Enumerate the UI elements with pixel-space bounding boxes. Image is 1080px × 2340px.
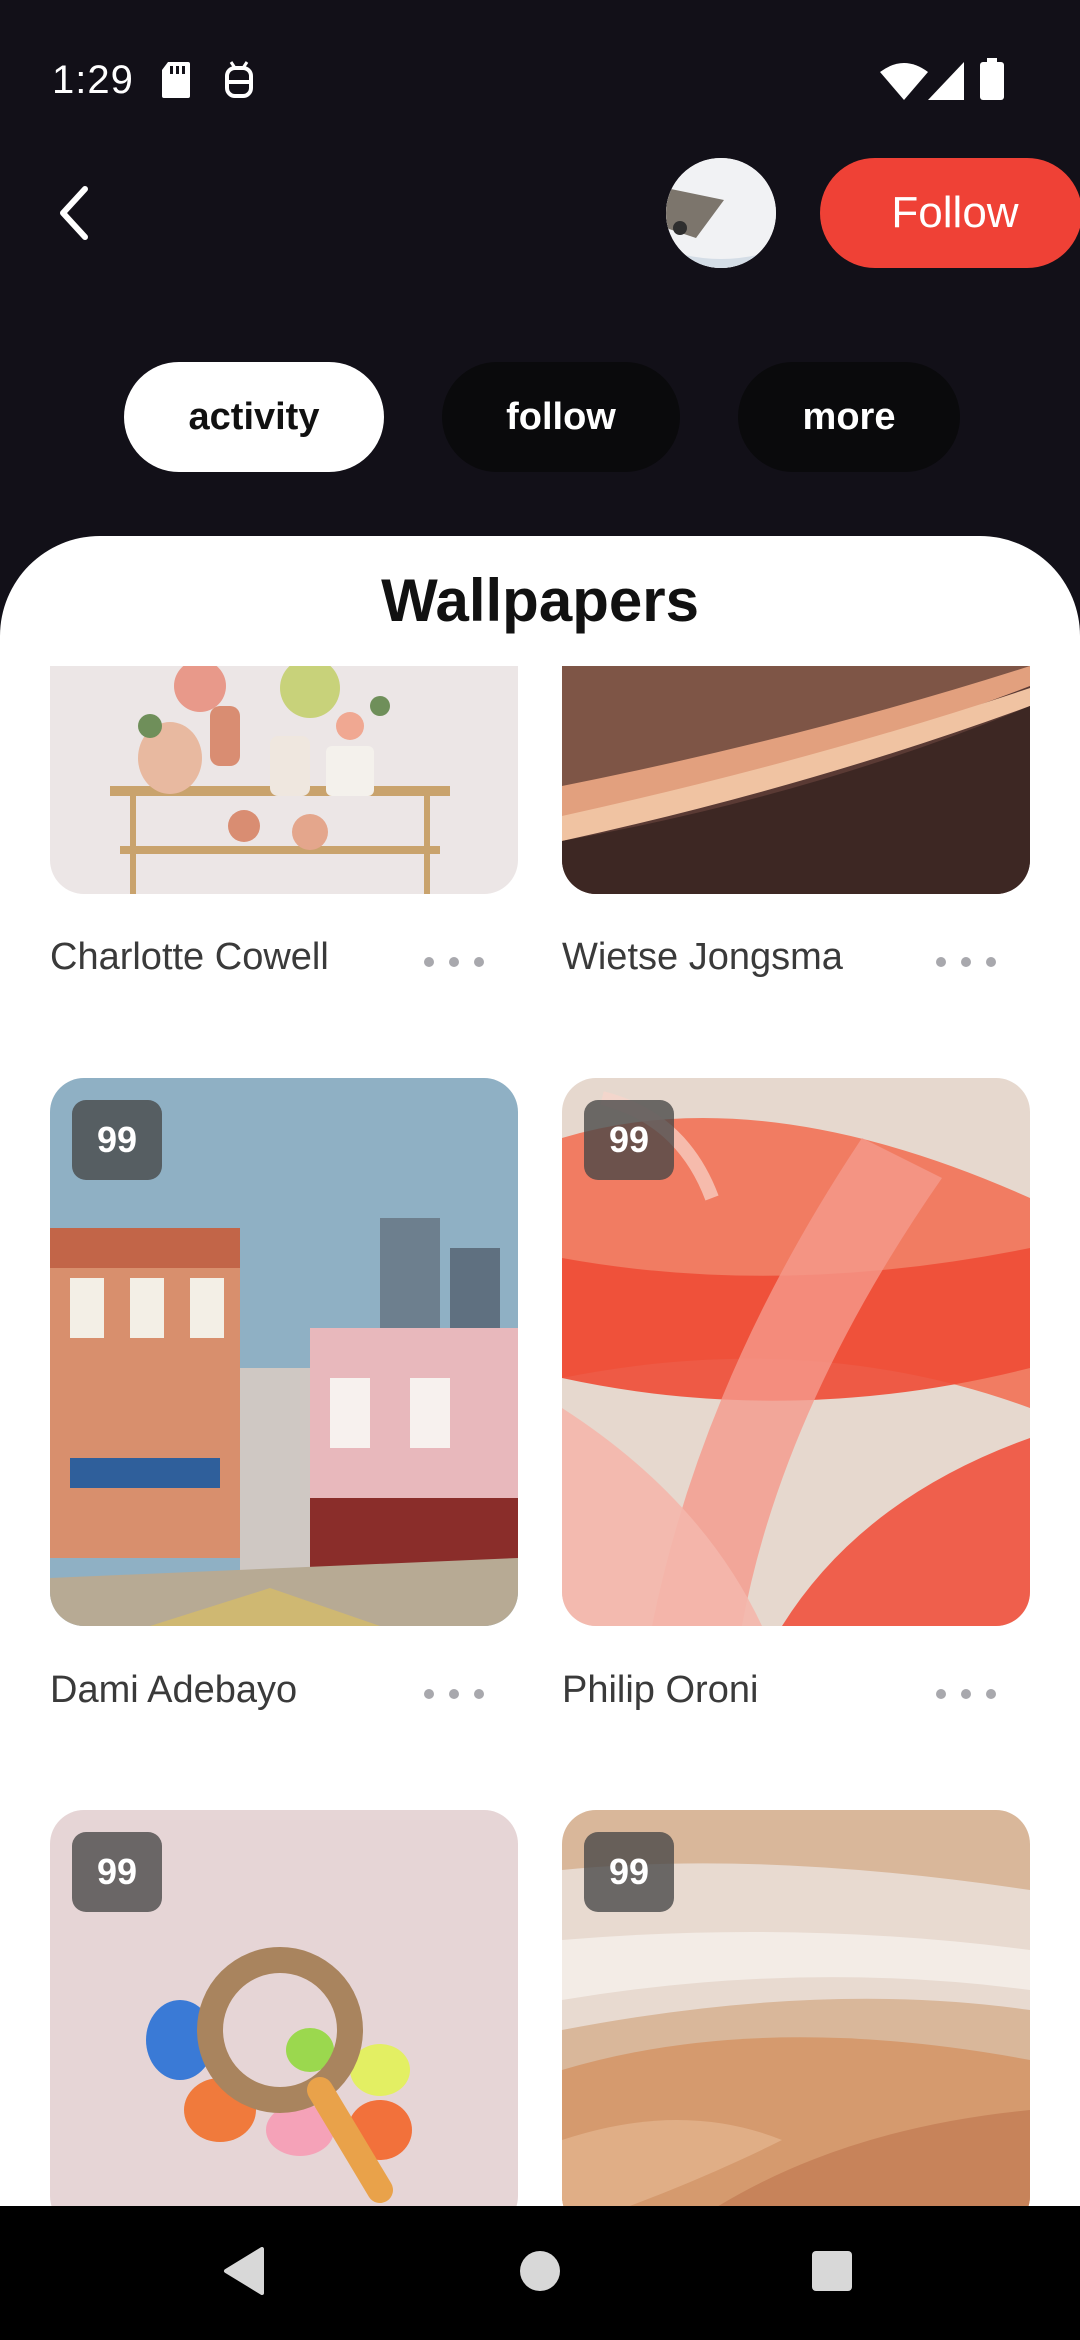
author-name[interactable]: Charlotte Cowell (50, 936, 329, 979)
android-debug-icon (222, 60, 256, 105)
section-title: Wallpapers (381, 567, 699, 634)
back-triangle-icon (222, 2246, 266, 2300)
wallpaper-card-street[interactable]: 99 (50, 1078, 518, 1626)
screen: 1:29 Follow activity follow more Wallpap… (0, 0, 1080, 2340)
count-badge: 99 (72, 1832, 162, 1912)
follow-button[interactable]: Follow (820, 158, 1080, 268)
sd-card-icon (160, 60, 192, 105)
battery-icon (980, 58, 1004, 105)
count-badge: 99 (584, 1832, 674, 1912)
signal-icon (928, 62, 964, 105)
recents-square-icon (811, 2250, 853, 2297)
wallpaper-card-toy[interactable]: 99 (50, 1810, 518, 2206)
nav-recents-button[interactable] (772, 2206, 892, 2340)
tab-follow[interactable]: follow (442, 362, 680, 472)
chevron-left-icon (53, 183, 97, 248)
avatar[interactable] (666, 158, 776, 268)
status-time: 1:29 (52, 58, 134, 102)
back-button[interactable] (30, 170, 120, 260)
author-name[interactable]: Dami Adebayo (50, 1669, 297, 1712)
wallpapers-sheet: Wallpapers Charlotte Cowell Wietse Jongs… (0, 536, 1080, 2206)
wallpaper-card-flowers[interactable] (50, 666, 518, 894)
wallpaper-card-abstract-brown[interactable] (562, 666, 1030, 894)
count-badge: 99 (72, 1100, 162, 1180)
more-options-icon[interactable] (936, 942, 996, 982)
nav-back-button[interactable] (184, 2206, 304, 2340)
system-nav-bar (0, 2206, 1080, 2340)
more-options-icon[interactable] (424, 942, 484, 982)
author-name[interactable]: Philip Oroni (562, 1669, 758, 1712)
count-badge: 99 (584, 1100, 674, 1180)
tab-more[interactable]: more (738, 362, 960, 472)
home-circle-icon (518, 2249, 562, 2298)
wallpaper-card-desert[interactable]: 99 (562, 1810, 1030, 2206)
status-bar: 1:29 (0, 0, 1080, 120)
wallpaper-card-red-ribbons[interactable]: 99 (562, 1078, 1030, 1626)
nav-home-button[interactable] (480, 2206, 600, 2340)
wifi-icon (880, 62, 928, 105)
more-options-icon[interactable] (424, 1674, 484, 1714)
author-name[interactable]: Wietse Jongsma (562, 936, 843, 979)
tab-activity[interactable]: activity (124, 362, 384, 472)
more-options-icon[interactable] (936, 1674, 996, 1714)
